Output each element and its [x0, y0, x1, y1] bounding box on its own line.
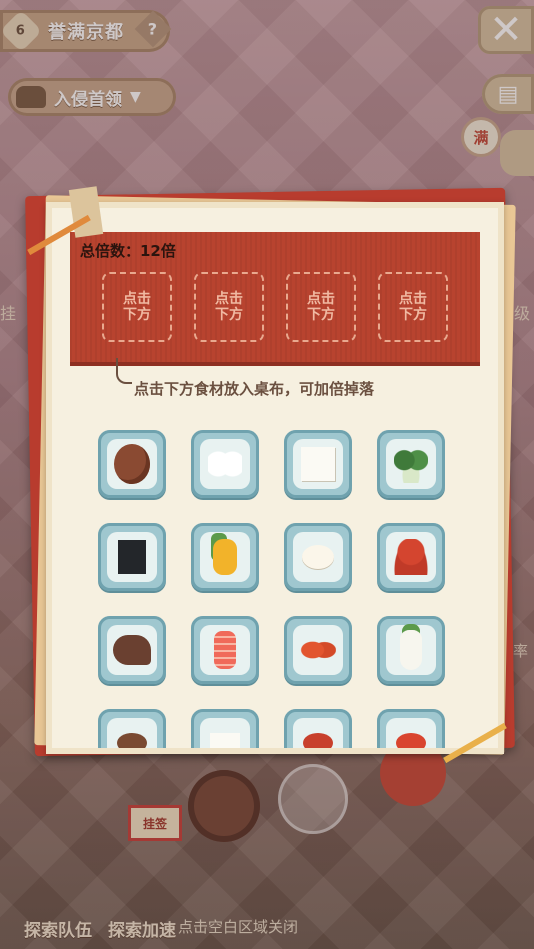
plate: [293, 532, 343, 582]
shrimp-icon: [300, 633, 336, 667]
ingredient-tile[interactable]: [377, 616, 445, 684]
plate: [386, 718, 436, 748]
daikon-icon: [400, 630, 422, 670]
ingredient-tile[interactable]: [191, 616, 259, 684]
plate: [107, 625, 157, 675]
plate: [293, 718, 343, 748]
egg-icon: [302, 545, 334, 569]
ingredient-tile[interactable]: [284, 709, 352, 748]
hint-arrow-icon: [116, 358, 132, 384]
ingredient-tile[interactable]: [191, 709, 259, 748]
cloth-slot-2[interactable]: 点击 下方: [194, 272, 264, 342]
corn-icon: [213, 539, 237, 575]
eel-icon: [113, 635, 151, 665]
food-partial-icon: [210, 733, 240, 748]
ingredient-tile[interactable]: [98, 523, 166, 591]
plate: [200, 625, 250, 675]
ingredient-tile[interactable]: [377, 523, 445, 591]
food-partial-icon: [396, 733, 426, 748]
cloth-slot-3[interactable]: 点击 下方: [286, 272, 356, 342]
slot-label: 点击 下方: [399, 291, 427, 323]
ingredient-tile[interactable]: [284, 430, 352, 498]
rice-balls-icon: [208, 449, 242, 479]
salmon-icon: [214, 631, 236, 669]
tablecloth: 总倍数：12倍 点击 下方 点击 下方 点击 下方 点击 下方: [70, 232, 480, 366]
ingredient-tile[interactable]: [98, 430, 166, 498]
modal-paper: 总倍数：12倍 点击 下方 点击 下方 点击 下方 点击 下方 点击下方食材放入…: [46, 202, 504, 754]
plate: [293, 625, 343, 675]
seaweed-icon: [118, 540, 146, 574]
slot-label: 点击 下方: [123, 291, 151, 323]
plate: [293, 439, 343, 489]
bok-choy-icon: [394, 445, 428, 483]
cloth-slot-4[interactable]: 点击 下方: [378, 272, 448, 342]
slot-label: 点击 下方: [307, 291, 335, 323]
plate: [107, 439, 157, 489]
tofu-icon: [301, 447, 335, 481]
ingredient-tile[interactable]: [284, 523, 352, 591]
ingredient-tile[interactable]: [191, 430, 259, 498]
plate: [200, 718, 250, 748]
ingredient-tile[interactable]: [98, 616, 166, 684]
plate: [107, 532, 157, 582]
ingredient-tile[interactable]: [191, 523, 259, 591]
ingredient-tile[interactable]: [98, 709, 166, 748]
food-partial-icon: [303, 733, 333, 748]
meat-patty-icon: [114, 444, 150, 484]
octopus-icon: [394, 539, 428, 575]
plate: [107, 718, 157, 748]
plate: [386, 439, 436, 489]
plate: [200, 439, 250, 489]
food-partial-icon: [117, 733, 147, 748]
ingredient-tile[interactable]: [377, 430, 445, 498]
plate: [386, 625, 436, 675]
hint-text: 点击下方食材放入桌布，可加倍掉落: [134, 380, 375, 398]
ingredient-tile[interactable]: [284, 616, 352, 684]
total-multiplier: 总倍数：12倍: [80, 242, 176, 260]
ingredient-tile[interactable]: [377, 709, 445, 748]
plate: [386, 532, 436, 582]
plate: [200, 532, 250, 582]
slot-label: 点击 下方: [215, 291, 243, 323]
cloth-slot-1[interactable]: 点击 下方: [102, 272, 172, 342]
